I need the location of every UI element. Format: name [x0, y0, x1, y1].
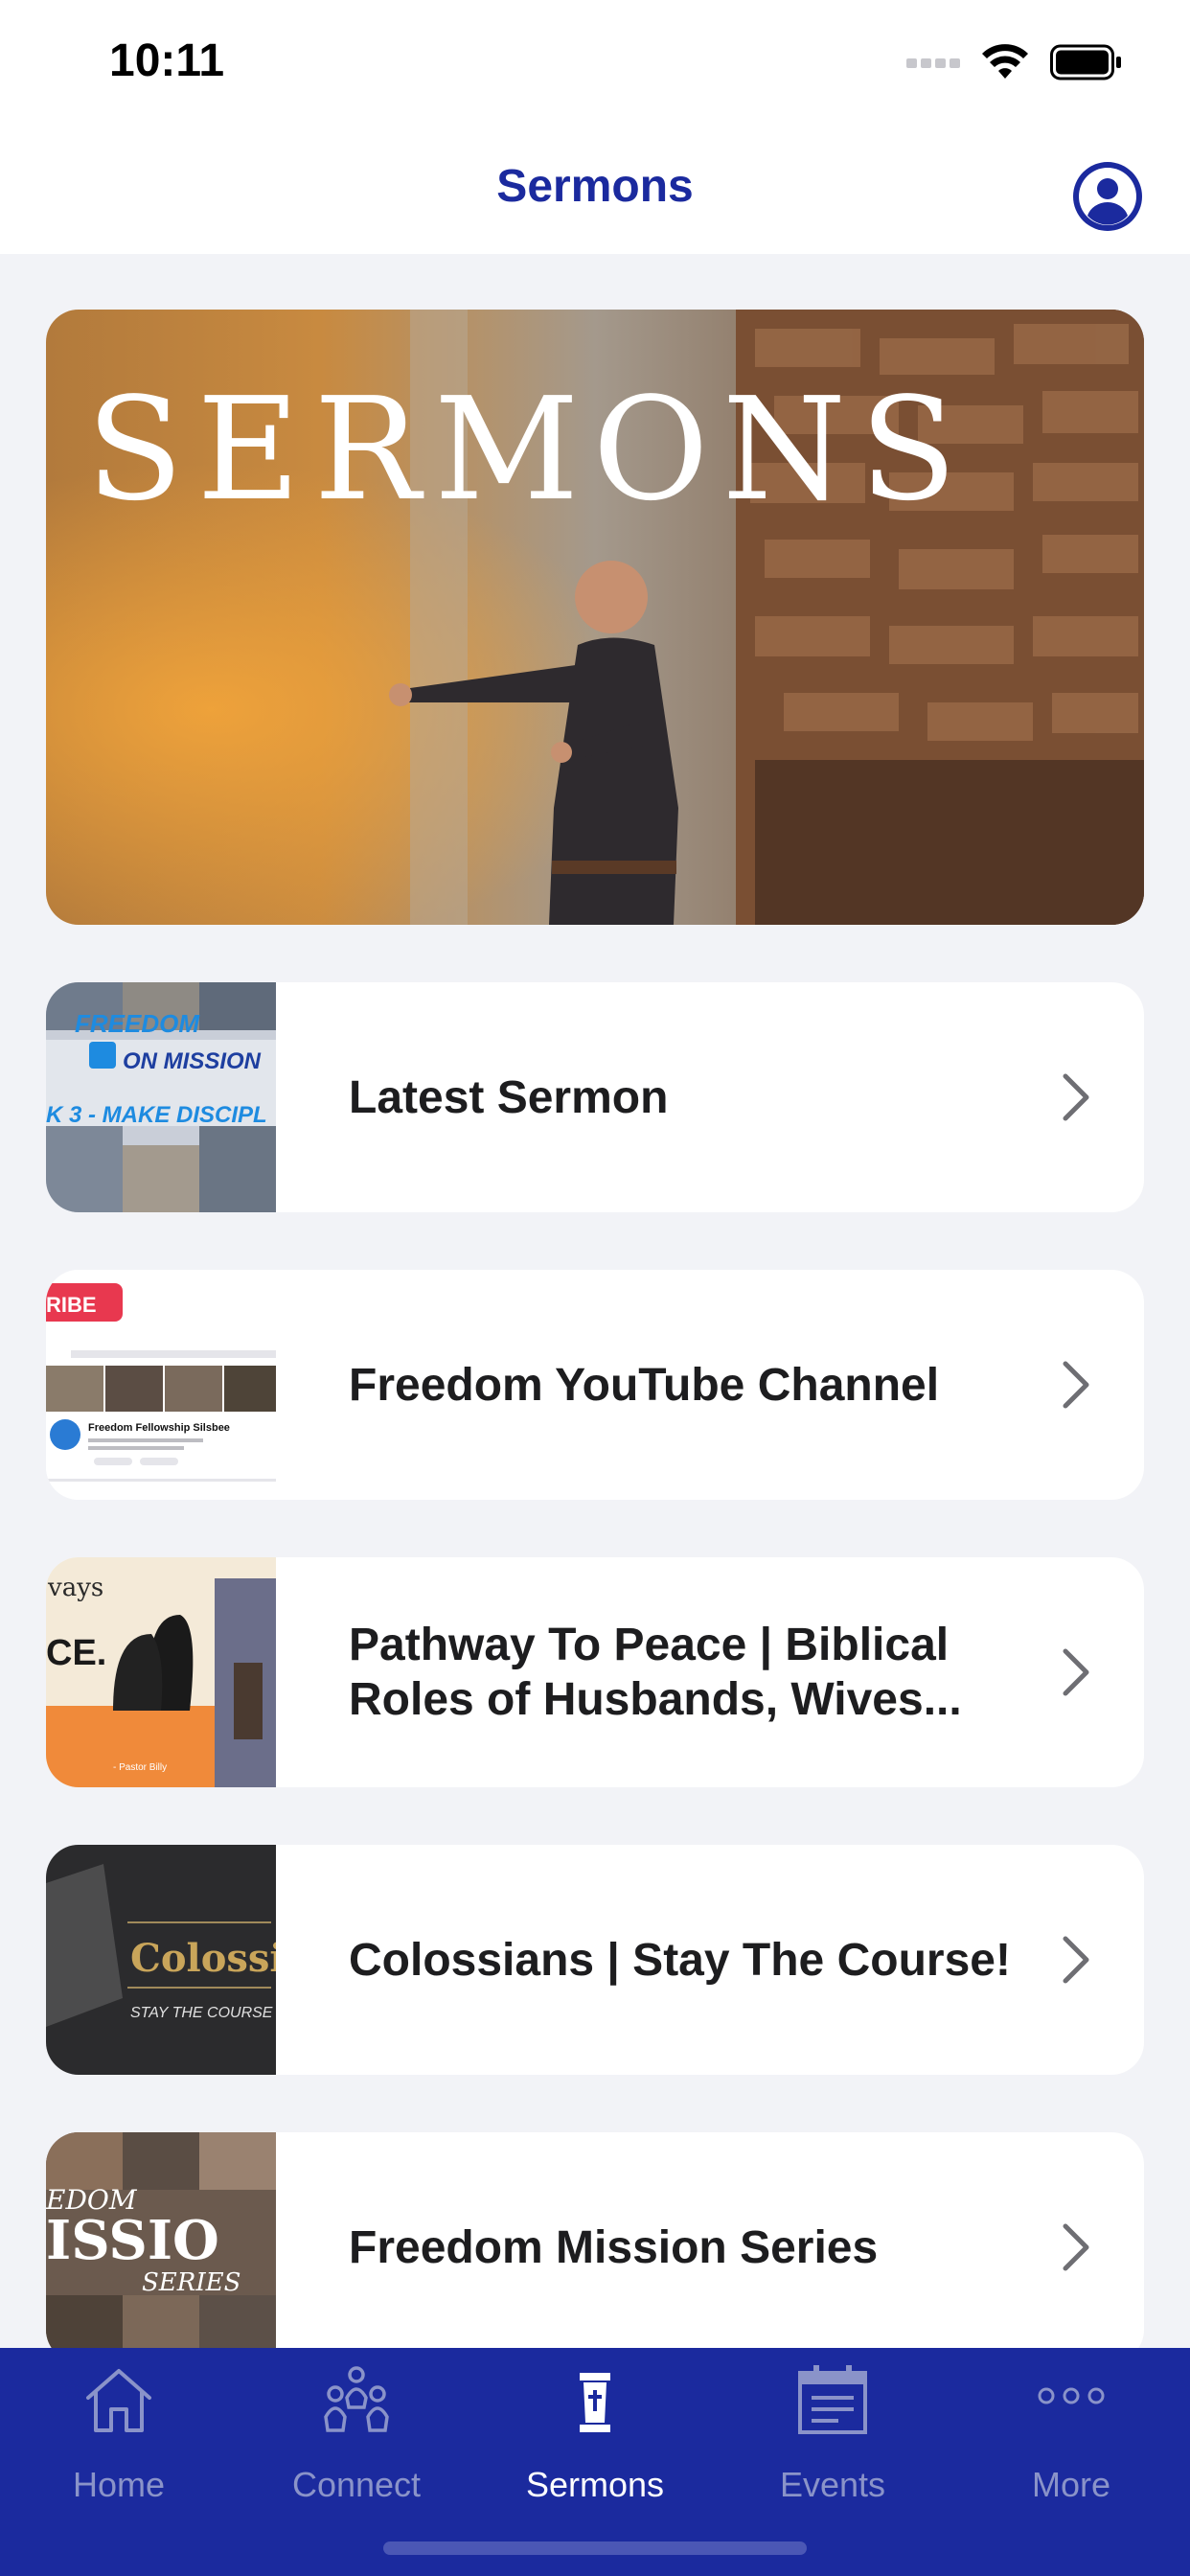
battery-icon: [1050, 44, 1121, 80]
calendar-icon: [798, 2365, 867, 2434]
hero-title: SERMONS: [86, 367, 971, 532]
page-title: Sermons: [496, 161, 694, 212]
tab-label: More: [1031, 2465, 1111, 2504]
thumbnail-pathway-to-peace: vays CE. - Pastor Billy: [46, 1557, 276, 1787]
tab-label: Home: [72, 2465, 166, 2504]
list-item-youtube-channel[interactable]: RIBE Freedom Fellowship Silsbee Freedom …: [46, 1270, 1144, 1500]
tab-label: Events: [779, 2465, 886, 2504]
people-icon: [324, 2366, 389, 2432]
chevron-right-icon: [1063, 2223, 1089, 2271]
nav-bar: Sermons: [0, 129, 1190, 254]
list-item-label: Freedom Mission Series: [349, 2221, 879, 2273]
list-item-pathway-to-peace[interactable]: vays CE. - Pastor Billy Pathway To Peace…: [46, 1557, 1144, 1787]
thumb-text-3: K 3 - MAKE DISCIPL: [46, 1102, 267, 1128]
status-bar: 10:11: [0, 0, 1190, 129]
home-icon: [86, 2369, 151, 2432]
chevron-right-icon: [1063, 1936, 1089, 1984]
tab-more[interactable]: More: [952, 2348, 1190, 2511]
thumb-text-1: RIBE: [46, 1293, 97, 1317]
list-item-label: Latest Sermon: [349, 1071, 669, 1123]
thumb-text-3: SERIES: [142, 2268, 240, 2297]
thumb-text-2: ON MISSION: [123, 1048, 262, 1074]
thumbnail-latest-sermon: FREEDOM ON MISSION K 3 - MAKE DISCIPL: [46, 982, 276, 1212]
chevron-right-icon: [1063, 1073, 1089, 1121]
thumb-text-2: CE.: [46, 1633, 106, 1673]
signal-icon: [906, 58, 960, 68]
thumb-text-1: FREEDOM: [75, 1009, 200, 1038]
wifi-icon: [982, 44, 1028, 79]
list-item-label: Freedom YouTube Channel: [349, 1359, 940, 1411]
tab-label: Sermons: [525, 2465, 665, 2504]
tab-events[interactable]: Events: [714, 2348, 951, 2511]
list-item-label: Pathway To Peace | Biblical Roles of Hus…: [349, 1620, 962, 1725]
thumb-text-1: Colossi: [130, 1936, 276, 1981]
tab-label: Connect: [291, 2465, 422, 2504]
user-icon: [1079, 168, 1136, 225]
thumb-text-2: STAY THE COURSE: [130, 2005, 273, 2021]
hero-banner[interactable]: SERMONS: [46, 310, 1144, 925]
tab-home[interactable]: Home: [0, 2348, 238, 2511]
thumb-text-1: vays: [47, 1574, 103, 1602]
thumb-text-3: - Pastor Billy: [113, 1762, 167, 1773]
home-indicator[interactable]: [383, 2542, 807, 2555]
pulpit-icon: [580, 2373, 610, 2432]
list-item-latest-sermon[interactable]: FREEDOM ON MISSION K 3 - MAKE DISCIPL La…: [46, 982, 1144, 1212]
ellipsis-icon: [1038, 2387, 1105, 2404]
list-item-freedom-mission-series[interactable]: EDOM ISSIO SERIES Freedom Mission Series: [46, 2132, 1144, 2362]
status-icons: [906, 44, 1123, 80]
chevron-right-icon: [1063, 1648, 1089, 1696]
chevron-right-icon: [1063, 1361, 1089, 1409]
thumb-text-2: Freedom Fellowship Silsbee: [88, 1422, 230, 1434]
tab-sermons[interactable]: Sermons: [476, 2348, 714, 2511]
thumbnail-youtube-channel: RIBE Freedom Fellowship Silsbee: [46, 1270, 276, 1500]
thumb-text-2: ISSIO: [46, 2209, 219, 2272]
thumbnail-colossians: Colossi STAY THE COURSE: [46, 1845, 276, 2075]
list-item-label: Colossians | Stay The Course!: [349, 1934, 1011, 1986]
status-time: 10:11: [109, 35, 225, 86]
profile-button[interactable]: [1073, 162, 1142, 231]
thumbnail-freedom-mission-series: EDOM ISSIO SERIES: [46, 2132, 276, 2362]
list-item-colossians[interactable]: Colossi STAY THE COURSE Colossians | Sta…: [46, 1845, 1144, 2075]
tab-connect[interactable]: Connect: [238, 2348, 475, 2511]
